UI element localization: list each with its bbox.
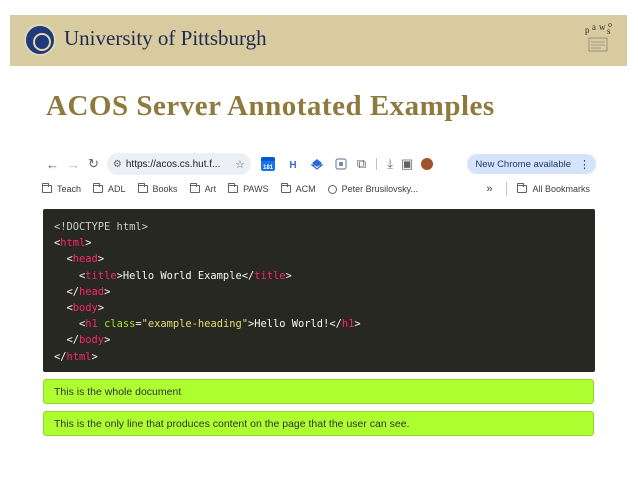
folder-icon (42, 183, 52, 193)
bookmark-books[interactable]: Books (137, 183, 178, 194)
bookmark-label: ADL (108, 184, 126, 194)
folder-icon (228, 183, 239, 193)
h-extension-icon[interactable]: H (287, 158, 299, 170)
code-line-body-close: </body> (43, 332, 595, 348)
university-seal-icon (24, 24, 56, 56)
code-line-doctype: <!DOCTYPE html> (43, 219, 595, 235)
paws-logo-icon: p a w s (585, 22, 612, 52)
bookmark-paws[interactable]: PAWS (228, 183, 269, 194)
code-line-html-close: </html> (43, 349, 595, 365)
angle-token: </ (66, 334, 80, 347)
angle-token: > (104, 285, 111, 298)
bookmark-label: Teach (57, 184, 82, 194)
svg-text:a: a (592, 22, 596, 32)
folder-icon (517, 183, 528, 193)
extensions-puzzle-icon[interactable]: ⧉ (357, 156, 366, 172)
bookmark-acm[interactable]: ACM (280, 183, 316, 194)
back-arrow-icon[interactable]: ← (46, 157, 59, 172)
download-icon[interactable]: ⤓ (387, 156, 393, 172)
code-line-h1: <h1 class="example-heading">Hello World!… (43, 316, 595, 332)
svg-text:s: s (607, 26, 611, 36)
bookmark-adl[interactable]: ADL (93, 183, 126, 194)
tag-token: head (72, 253, 98, 266)
tag-token: title (254, 269, 286, 282)
bookmark-label: ACM (295, 184, 316, 194)
svg-text:H: H (289, 160, 296, 170)
angle-token: > (97, 301, 105, 314)
tag-token: title (85, 269, 117, 282)
svg-text:p: p (585, 25, 590, 35)
angle-token: > (97, 253, 105, 266)
bookmark-label: Art (204, 184, 217, 194)
folder-icon (189, 183, 200, 193)
site-settings-icon[interactable]: ⚙ (113, 159, 122, 170)
globe-icon (327, 184, 337, 194)
profile-avatar-icon[interactable] (421, 158, 434, 170)
tag-token: body (72, 301, 98, 314)
calendar-day: 181 (263, 165, 274, 171)
bookmark-label: Books (152, 184, 178, 194)
angle-token: </ (66, 285, 80, 298)
bookmark-label: Peter Brusilovsky... (341, 184, 418, 194)
browser-toolbar: ← → ↻ ⚙ https://acos.cs.hut.f... ☆ 181 H… (42, 152, 596, 176)
tag-token: body (79, 334, 105, 347)
attribute-token: class (104, 318, 136, 331)
angle-token: </ (329, 318, 342, 331)
code-line-body-open: <body> (43, 300, 595, 316)
bookmark-label: PAWS (243, 184, 269, 194)
angle-token: > (354, 318, 361, 331)
layers-extension-icon[interactable] (310, 158, 323, 170)
reader-extension-icon[interactable] (335, 158, 347, 170)
slide-title: ACOS Server Annotated Examples (46, 90, 495, 122)
university-banner: University of Pittsburgh p a w s (10, 15, 627, 66)
folder-icon (137, 183, 148, 193)
bookmark-teach[interactable]: Teach (42, 183, 82, 194)
angle-token: </ (54, 350, 67, 363)
bookmark-star-icon[interactable]: ☆ (235, 158, 245, 171)
string-token: "example-heading" (141, 318, 248, 331)
bookmarks-bar: Teach ADL Books Art PAWS ACM Peter Brusi… (42, 181, 596, 197)
angle-token: </ (241, 269, 255, 282)
toolbar-divider (376, 158, 378, 170)
code-line-head-open: <head> (43, 251, 595, 267)
menu-dots-icon[interactable]: ⋮ (579, 158, 590, 171)
url-text[interactable]: https://acos.cs.hut.f... (126, 159, 235, 170)
forward-arrow-icon[interactable]: → (67, 157, 80, 172)
all-bookmarks-label: All Bookmarks (532, 184, 590, 194)
more-bookmarks-chevron-icon[interactable]: » (486, 183, 492, 195)
tag-token: head (79, 285, 105, 298)
angle-token: > (91, 350, 98, 363)
all-bookmarks-button[interactable]: All Bookmarks (517, 183, 590, 194)
tag-token: html (60, 237, 86, 250)
tag-token: html (66, 350, 92, 363)
new-chrome-label: New Chrome available (475, 158, 571, 170)
angle-token: > (285, 269, 292, 282)
svg-text:w: w (599, 22, 606, 32)
reload-icon[interactable]: ↻ (88, 156, 99, 172)
code-line-head-close: </head> (43, 284, 595, 300)
h1-text-token: Hello World! (254, 318, 330, 331)
university-name: University of Pittsburgh (64, 26, 267, 50)
angle-token: > (104, 334, 111, 347)
new-chrome-available-button[interactable]: New Chrome available ⋮ (467, 154, 596, 174)
angle-token: > (85, 237, 92, 250)
code-line-title: <title>Hello World Example</title> (43, 268, 595, 284)
side-panel-icon[interactable]: ▣ (401, 156, 413, 172)
folder-icon (93, 183, 104, 193)
calendar-extension-icon[interactable]: 181 (260, 157, 275, 171)
address-bar[interactable]: ⚙ https://acos.cs.hut.f... ☆ (106, 153, 251, 175)
annotation-visible-content-line[interactable]: This is the only line that produces cont… (43, 411, 594, 436)
bookmark-peter-brusilovsky[interactable]: Peter Brusilovsky... (327, 184, 418, 194)
folder-icon (280, 183, 291, 193)
bookmarks-divider (506, 182, 508, 196)
doctype-token: <!DOCTYPE html> (54, 221, 148, 233)
bookmark-art[interactable]: Art (189, 183, 217, 194)
title-text-token: Hello World Example (122, 269, 242, 282)
code-line-html-open: <html> (43, 235, 595, 251)
tag-token: h1 (85, 318, 98, 331)
annotation-whole-document[interactable]: This is the whole document (43, 379, 594, 404)
code-block: <!DOCTYPE html> <html> <head> <title>Hel… (43, 209, 595, 372)
tag-token: h1 (341, 318, 355, 331)
